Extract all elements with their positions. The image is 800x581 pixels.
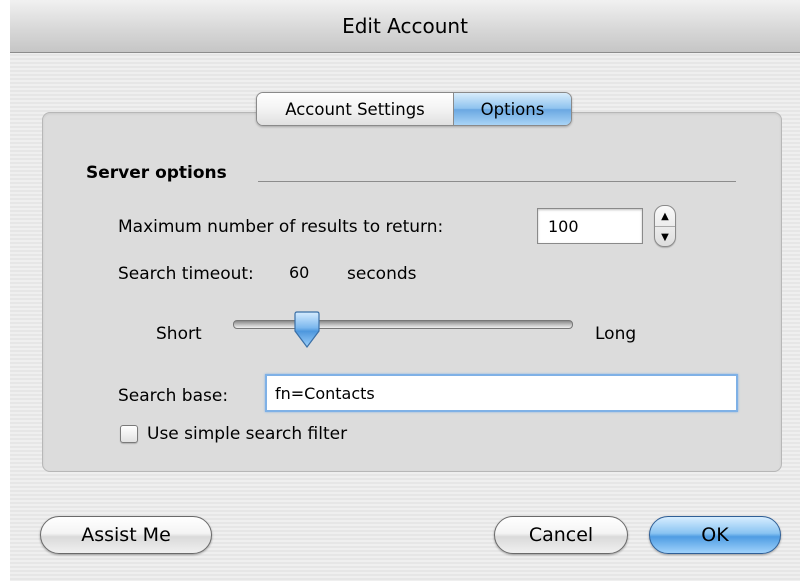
stepper-up-icon[interactable]: ▲ bbox=[655, 206, 675, 227]
timeout-label: Search timeout: bbox=[118, 264, 254, 284]
section-title-server-options: Server options bbox=[86, 163, 227, 183]
slider-min-label: Short bbox=[156, 324, 202, 344]
timeout-unit: seconds bbox=[347, 264, 417, 284]
timeout-slider-track[interactable] bbox=[233, 320, 573, 329]
simple-search-filter-checkbox[interactable] bbox=[120, 425, 138, 443]
tab-options[interactable]: Options bbox=[454, 93, 571, 125]
search-base-field[interactable] bbox=[265, 374, 738, 412]
max-results-field[interactable] bbox=[537, 208, 643, 244]
slider-thumb-icon bbox=[294, 311, 320, 348]
stepper-down-icon[interactable]: ▼ bbox=[655, 227, 675, 246]
timeout-value: 60 bbox=[289, 263, 310, 282]
section-divider bbox=[258, 181, 736, 182]
slider-max-label: Long bbox=[595, 324, 637, 344]
ok-button[interactable]: OK bbox=[649, 516, 781, 554]
title-bar: Edit Account bbox=[10, 0, 800, 53]
simple-search-filter-label: Use simple search filter bbox=[147, 424, 348, 444]
timeout-slider-thumb[interactable] bbox=[290, 311, 324, 349]
search-base-label: Search base: bbox=[118, 386, 229, 406]
assist-me-button[interactable]: Assist Me bbox=[40, 516, 212, 554]
tab-bar: Account Settings Options bbox=[256, 92, 572, 126]
tab-account-settings[interactable]: Account Settings bbox=[257, 93, 454, 125]
max-results-stepper[interactable]: ▲ ▼ bbox=[654, 205, 676, 247]
window-title: Edit Account bbox=[342, 14, 468, 38]
cancel-button[interactable]: Cancel bbox=[494, 516, 628, 554]
max-results-label: Maximum number of results to return: bbox=[118, 217, 444, 237]
window-edge bbox=[0, 0, 10, 581]
